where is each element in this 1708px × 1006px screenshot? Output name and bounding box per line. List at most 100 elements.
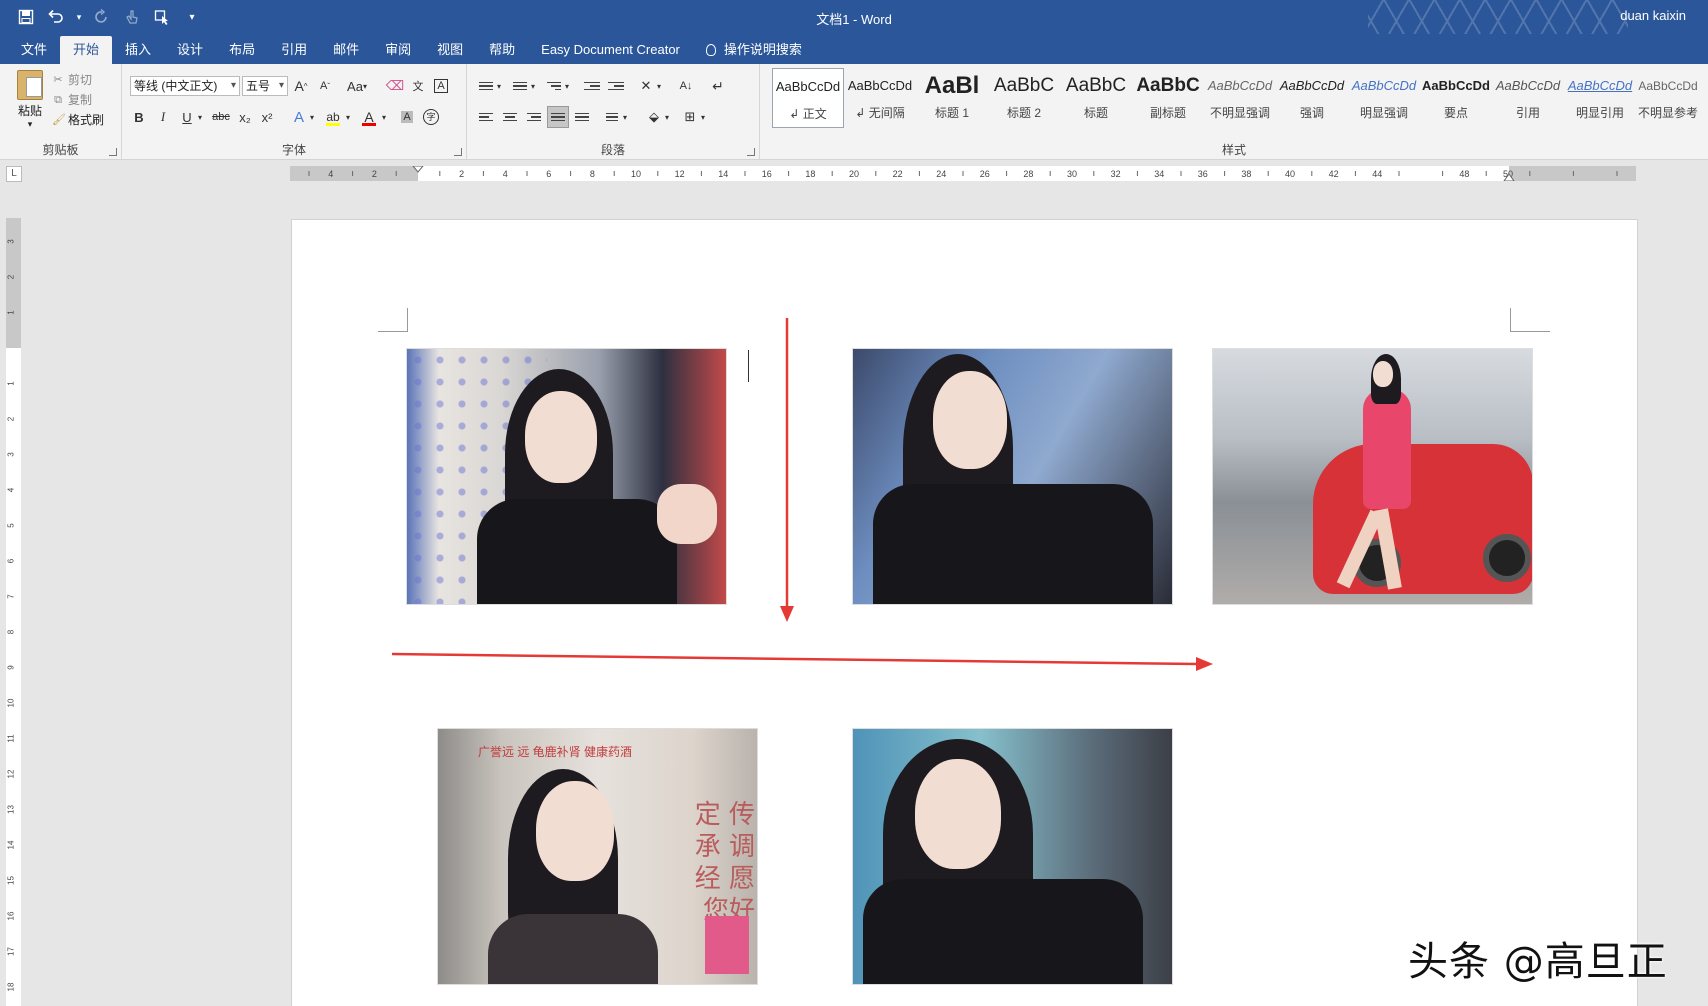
paste-button[interactable]: 粘贴 ▾ <box>10 70 50 130</box>
style-heading-2[interactable]: AaBbC 标题 2 <box>988 68 1060 128</box>
poster-product-box <box>705 916 749 974</box>
tell-me-search[interactable]: 操作说明搜索 <box>693 36 815 64</box>
clipboard-group: 粘贴 ▾ ✂ 剪切 ⧉ 复制 🖌 格式刷 剪贴板 <box>0 64 122 160</box>
tab-selector[interactable]: L <box>6 166 22 182</box>
paste-label: 粘贴 <box>17 104 42 118</box>
font-name-select[interactable]: 等线 (中文正文) <box>130 76 240 96</box>
vertical-ruler-tick-label: 5 <box>7 523 16 528</box>
chevron-down-icon[interactable]: ▾ <box>527 75 539 97</box>
italic-button[interactable]: I <box>152 106 174 128</box>
style-strong[interactable]: AaBbCcDd 要点 <box>1420 68 1492 128</box>
enclose-characters-icon: 字 <box>423 109 439 125</box>
copy-label: 复制 <box>68 93 93 107</box>
tab-insert[interactable]: 插入 <box>112 36 164 64</box>
tab-easy-document-creator[interactable]: Easy Document Creator <box>528 36 693 64</box>
tab-home[interactable]: 开始 <box>60 36 113 64</box>
chevron-down-icon[interactable]: ▾ <box>561 75 573 97</box>
ruler-tick-label: 4 <box>328 169 333 179</box>
paragraph-launcher-icon[interactable] <box>747 148 755 156</box>
align-center-icon[interactable] <box>499 106 521 128</box>
style-sample: AaBbC <box>1136 75 1200 96</box>
grow-font-button[interactable]: A ^ <box>290 75 312 97</box>
font-group: 等线 (中文正文) 五号 A^ Aˇ Aa▾ ⌫ 文 A B I U ▾ abc… <box>122 64 467 160</box>
bold-button[interactable]: B <box>128 106 150 128</box>
style-quote[interactable]: AaBbCcDd 引用 <box>1492 68 1564 128</box>
style-sample: AaBbC <box>993 75 1055 96</box>
copy-icon: ⧉ <box>54 94 62 106</box>
font-size-select[interactable]: 五号 <box>242 76 288 96</box>
paintbrush-icon: 🖌 <box>52 114 66 126</box>
subscript-button[interactable]: x₂ <box>234 106 256 128</box>
ruler-tick-label: 26 <box>980 169 990 179</box>
tab-help[interactable]: 帮助 <box>476 36 528 64</box>
tab-review[interactable]: 审阅 <box>372 36 424 64</box>
strikethrough-button[interactable]: abc <box>210 106 232 128</box>
tab-file[interactable]: 文件 <box>8 36 60 64</box>
show-marks-icon[interactable]: ↵ <box>707 75 729 97</box>
justify-icon[interactable] <box>547 106 569 128</box>
grow-font-icon: A <box>294 78 304 94</box>
ruler-tick-label: 34 <box>1154 169 1164 179</box>
style-normal[interactable]: AaBbCcDd ↲ 正文 <box>772 68 844 128</box>
tab-mailings[interactable]: 邮件 <box>320 36 372 64</box>
shrink-font-button[interactable]: Aˇ <box>314 75 336 97</box>
style-name: 标题 1 <box>934 106 969 120</box>
font-launcher-icon[interactable] <box>454 148 462 156</box>
copy-button[interactable]: ⧉ 复制 <box>52 90 104 110</box>
chevron-down-icon[interactable]: ▾ <box>653 75 665 97</box>
enclose-characters-button[interactable]: 字 <box>420 106 442 128</box>
paragraph-group: ▾ ▾ ▾ ✕ ▾ A↓ ↵ ▾ ⬙ ▾ ⊞ ▾ 段落 <box>467 64 760 160</box>
vertical-ruler[interactable]: 3 2 1 1 2 3 4 5 6 7 8 9 10 11 12 13 14 15 16 17 18 <box>6 218 21 1006</box>
style-subtle-reference[interactable]: AaBbCcDd 不明显参考 <box>1636 68 1700 128</box>
style-intense-quote[interactable]: AaBbCcDd 明显引用 <box>1564 68 1636 128</box>
increase-indent-icon[interactable] <box>605 75 627 97</box>
photo-woman-red-car[interactable] <box>1212 348 1533 605</box>
chevron-down-icon[interactable]: ▾ <box>661 106 673 128</box>
tab-layout[interactable]: 布局 <box>216 36 268 64</box>
phonetic-guide-icon[interactable]: 文 <box>407 75 429 97</box>
clear-formatting-icon[interactable]: ⌫ <box>384 75 406 97</box>
photo-advertisement-poster[interactable]: 广誉远 远 龟鹿补肾 健康药酒 定 传承 调经 愿您好 <box>437 728 758 985</box>
tab-design[interactable]: 设计 <box>164 36 216 64</box>
sort-icon[interactable]: A↓ <box>675 75 697 97</box>
decrease-indent-icon[interactable] <box>581 75 603 97</box>
vertical-ruler-tick-label: 11 <box>7 734 16 743</box>
style-no-spacing[interactable]: AaBbCcDd ↲ 无间隔 <box>844 68 916 128</box>
vertical-ruler-tick-label: 3 <box>7 452 16 457</box>
superscript-button[interactable]: x² <box>256 106 278 128</box>
distributed-icon[interactable] <box>571 106 593 128</box>
style-emphasis[interactable]: AaBbCcDd 强调 <box>1276 68 1348 128</box>
first-line-indent-marker[interactable] <box>412 166 424 173</box>
clipboard-launcher-icon[interactable] <box>109 148 117 156</box>
format-painter-button[interactable]: 🖌 格式刷 <box>52 110 104 130</box>
align-right-icon[interactable] <box>523 106 545 128</box>
style-title[interactable]: AaBbC 标题 <box>1060 68 1132 128</box>
style-heading-1[interactable]: AaBl 标题 1 <box>916 68 988 128</box>
style-subtle-emphasis[interactable]: AaBbCcDd 不明显强调 <box>1204 68 1276 128</box>
user-name[interactable]: duan kaixin <box>1620 8 1686 23</box>
cut-button[interactable]: ✂ 剪切 <box>52 70 104 90</box>
document-page[interactable]: 广誉远 远 龟鹿补肾 健康药酒 定 传承 调经 愿您好 <box>291 219 1638 1006</box>
chevron-down-icon[interactable]: ▾ <box>493 75 505 97</box>
photo-woman-black-suit-1[interactable] <box>406 348 727 605</box>
chevron-down-icon[interactable]: ▾ <box>306 106 318 128</box>
highlight-color-button[interactable]: ab <box>322 106 344 128</box>
style-subtitle[interactable]: AaBbC 副标题 <box>1132 68 1204 128</box>
change-case-button[interactable]: Aa ▾ <box>342 75 372 97</box>
tab-references[interactable]: 引用 <box>268 36 320 64</box>
chevron-down-icon[interactable]: ▾ <box>619 106 631 128</box>
character-border-icon[interactable]: A <box>430 75 452 97</box>
horizontal-ruler[interactable]: 4 2 2 4 6 8 10 12 14 16 18 20 22 24 26 28 30 32 34 36 38 40 42… <box>290 166 1636 181</box>
character-shading-button[interactable]: A <box>396 106 418 128</box>
align-left-icon[interactable] <box>475 106 497 128</box>
vertical-ruler-tick-label: 2 <box>7 274 16 279</box>
font-color-button[interactable]: A <box>358 106 380 128</box>
chevron-down-icon[interactable]: ▾ <box>194 106 206 128</box>
chevron-down-icon[interactable]: ▾ <box>697 106 709 128</box>
chevron-down-icon[interactable]: ▾ <box>342 106 354 128</box>
style-intense-emphasis[interactable]: AaBbCcDd 明显强调 <box>1348 68 1420 128</box>
photo-woman-black-suit-2[interactable] <box>852 348 1173 605</box>
chevron-down-icon[interactable]: ▾ <box>378 106 390 128</box>
tab-view[interactable]: 视图 <box>424 36 476 64</box>
photo-woman-black-suit-3[interactable] <box>852 728 1173 985</box>
